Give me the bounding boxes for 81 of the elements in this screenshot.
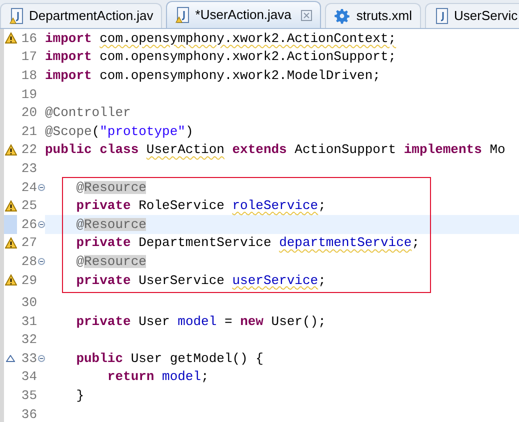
code-text: DepartmentService xyxy=(138,236,272,250)
code-keyword: private xyxy=(75,314,132,328)
code-text: com.opensymphony.xwork2.ActionSupport; xyxy=(100,50,396,64)
code-text: @ xyxy=(75,218,84,231)
code-text: "prototype" xyxy=(100,124,186,138)
code-text: ; xyxy=(201,370,209,384)
code-keyword: extends xyxy=(231,143,288,156)
code-keyword: public xyxy=(75,352,124,365)
code-text: roleService xyxy=(232,199,318,212)
code-text: @ xyxy=(75,254,84,268)
code-keyword: private xyxy=(75,236,132,250)
code-text: @ xyxy=(75,180,84,194)
code-keyword: implements xyxy=(404,143,483,156)
line-number: 20 xyxy=(20,106,37,120)
code-text: User getModel() { xyxy=(130,352,264,365)
code-text: ActionSupport xyxy=(294,143,398,156)
code-text: model xyxy=(162,370,202,384)
code-text: ; xyxy=(412,236,420,250)
code-text: Resource xyxy=(84,218,146,231)
line-number: 29 xyxy=(20,274,37,287)
line-number: 25 xyxy=(20,199,37,212)
file-icon xyxy=(434,8,448,24)
code-text: Resource xyxy=(84,254,146,268)
line-number: 34 xyxy=(20,370,37,384)
code-text: ; xyxy=(318,274,326,287)
line-number: 23 xyxy=(20,162,37,175)
line-number: 30 xyxy=(20,296,37,310)
code-keyword: import xyxy=(45,32,93,45)
line-number: 22 xyxy=(20,143,37,156)
code-text: User xyxy=(138,314,171,328)
collapse-icon[interactable] xyxy=(38,220,45,228)
code-text: @Controller xyxy=(45,106,131,120)
code-keyword: private xyxy=(75,199,132,212)
line-number: 16 xyxy=(20,32,37,45)
code-text: ; xyxy=(318,199,326,212)
code-text: model xyxy=(178,314,217,328)
code-text: UserAction xyxy=(146,143,224,156)
code-keyword: return xyxy=(106,370,156,384)
collapse-icon[interactable] xyxy=(38,354,45,362)
code-text: RoleService xyxy=(138,199,226,212)
editor-tab[interactable]: struts.xml xyxy=(325,3,422,28)
line-number: 27 xyxy=(20,236,37,250)
gear-icon xyxy=(334,8,350,24)
code-text: @Scope xyxy=(45,124,92,138)
code-keyword: private xyxy=(75,274,132,287)
code-text: UserService xyxy=(138,274,226,287)
code-text: Mo xyxy=(490,143,506,156)
line-number: 21 xyxy=(20,124,37,138)
code-text: = xyxy=(223,314,234,328)
code-text: Resource xyxy=(84,180,146,194)
code-keyword: import xyxy=(45,68,93,82)
line-number: 28 xyxy=(20,254,37,268)
code-text: userService xyxy=(232,274,318,287)
line-number: 35 xyxy=(20,389,37,402)
line-number: 26 xyxy=(20,218,37,231)
code-text: com.opensymphony.xwork2.ModelDriven; xyxy=(100,68,380,82)
editor-tab[interactable]: DepartmentAction.jav xyxy=(0,3,162,28)
line-number: 24 xyxy=(20,180,37,194)
file-warning-icon xyxy=(175,7,190,23)
code-keyword: import xyxy=(45,50,93,64)
code-text: ( xyxy=(92,124,100,138)
code-text: } xyxy=(75,389,84,402)
editor-tab[interactable]: *UserAction.java xyxy=(166,1,322,28)
code-keyword: public class xyxy=(45,143,140,156)
line-number: 31 xyxy=(20,314,37,328)
code-text: User(); xyxy=(271,314,326,328)
file-warning-icon xyxy=(9,8,23,24)
line-number: 17 xyxy=(20,50,37,64)
code-text: departmentService xyxy=(279,236,412,250)
code-keyword: new xyxy=(240,314,264,328)
editor-tab[interactable]: UserServic xyxy=(425,3,519,28)
line-number: 36 xyxy=(20,408,37,421)
line-number: 18 xyxy=(20,68,37,82)
collapse-icon[interactable] xyxy=(38,184,45,191)
close-icon[interactable] xyxy=(301,10,312,20)
collapse-icon[interactable] xyxy=(38,258,45,265)
line-number: 33 xyxy=(20,352,37,365)
code-text: ) xyxy=(185,124,194,138)
line-number: 19 xyxy=(20,88,37,101)
code-text: com.opensymphony.xwork2.ActionContext; xyxy=(100,32,396,45)
line-number: 32 xyxy=(20,333,37,346)
